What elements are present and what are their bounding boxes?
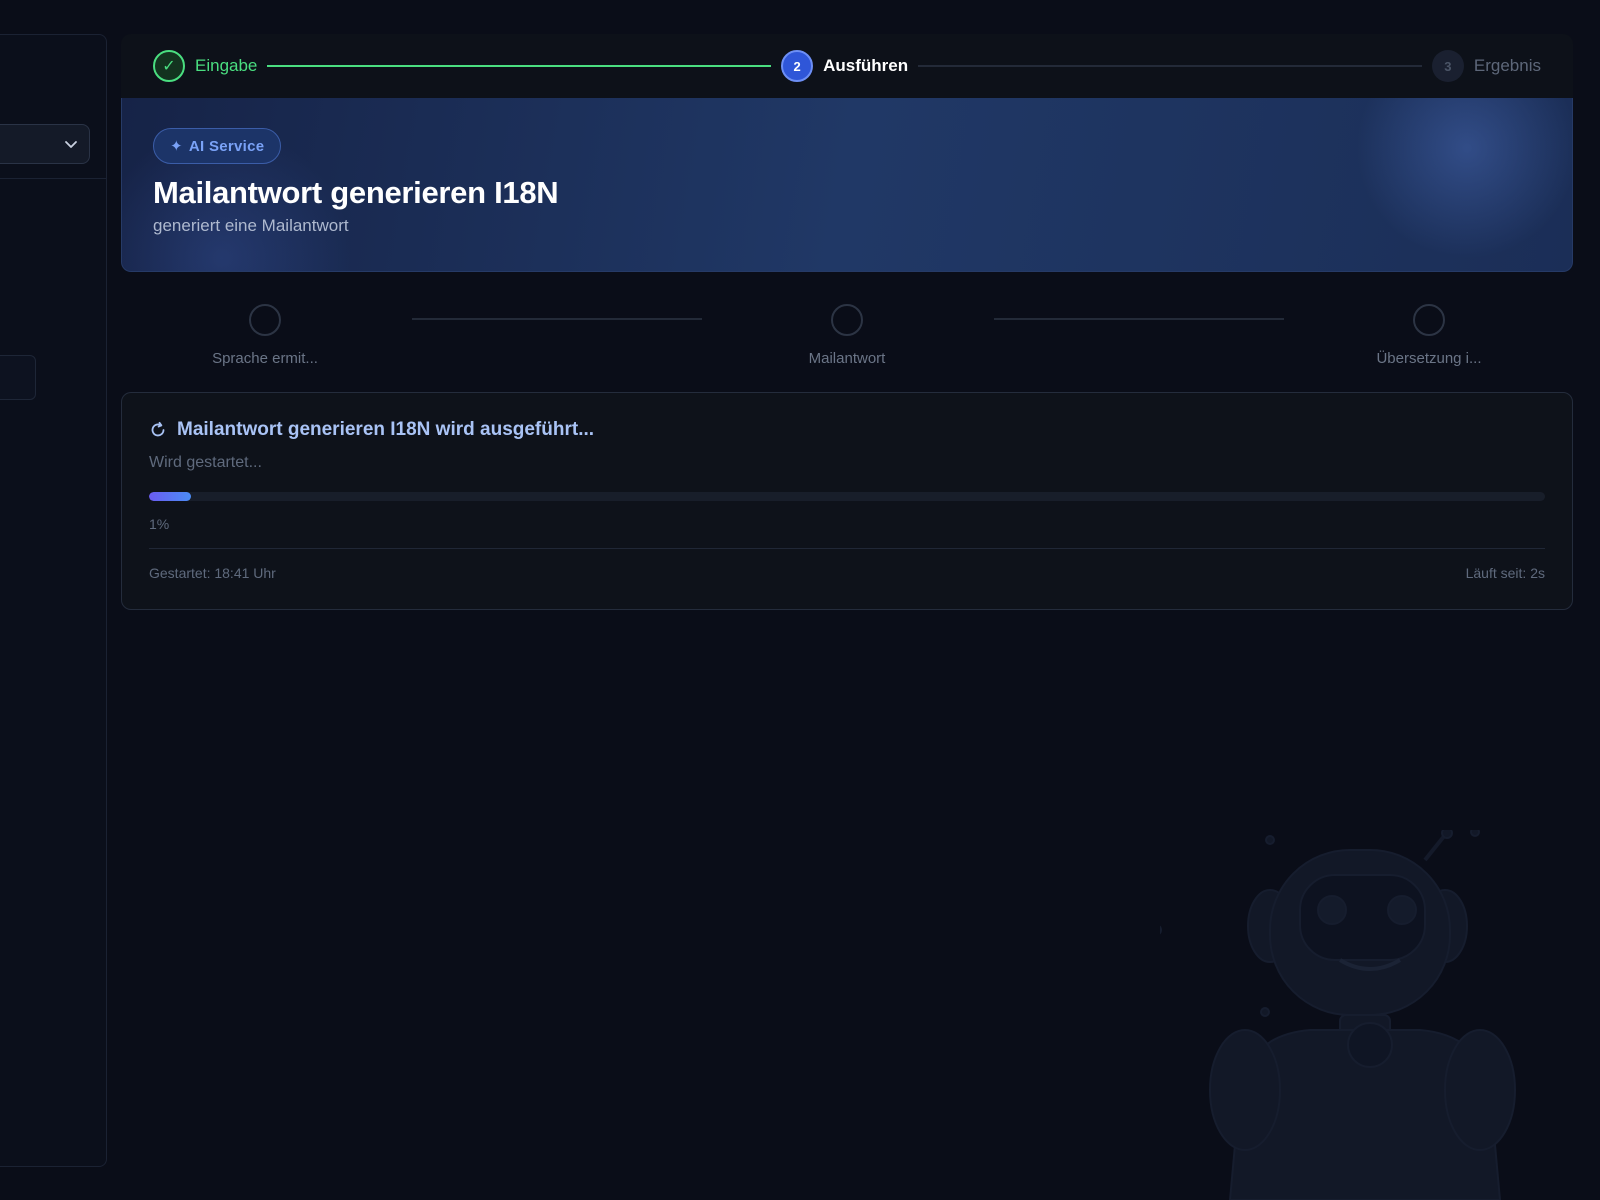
- substep-connector: [412, 318, 702, 320]
- wizard-stepper: ✓ Eingabe 2 Ausführen 3 Ergebnis: [121, 34, 1573, 98]
- start-time: Gestartet: 18:41 Uhr: [149, 565, 276, 581]
- card-divider: [149, 548, 1545, 549]
- progress-title: Mailantwort generieren I18N wird ausgefü…: [177, 419, 595, 440]
- page-subtitle: generiert eine Mailantwort: [153, 216, 349, 235]
- progress-status: Wird gestartet...: [149, 454, 262, 471]
- page-title: Mailantwort generieren I18N: [153, 175, 559, 210]
- sidebar-select[interactable]: [0, 124, 90, 164]
- step-label: Ergebnis: [1473, 56, 1541, 75]
- progress-bar: [149, 492, 1545, 501]
- service-header: ✦ AI Service Mailantwort generieren I18N…: [121, 98, 1573, 272]
- step-result[interactable]: 3 Ergebnis: [1431, 50, 1541, 82]
- check-icon: ✓: [153, 50, 185, 82]
- badge-label: AI Service: [188, 137, 265, 155]
- pending-circle-icon: [831, 304, 863, 336]
- substep-label: Mailantwort: [808, 350, 886, 367]
- pending-circle-icon: [249, 304, 281, 336]
- ai-service-badge: ✦ AI Service: [153, 128, 282, 164]
- substep-label: Übersetzung i...: [1376, 350, 1482, 367]
- chevron-down-icon: [65, 141, 77, 148]
- robot-illustration: [1160, 830, 1516, 1200]
- substep-label: Sprache ermit...: [212, 350, 318, 367]
- progress-percent: 1%: [149, 516, 170, 532]
- substep-connector: [994, 318, 1284, 320]
- step-connector: [267, 65, 772, 67]
- progress-heading: Mailantwort generieren I18N wird ausgefü…: [149, 419, 594, 441]
- step-execute[interactable]: 2 Ausführen: [781, 50, 908, 82]
- refresh-icon: [151, 421, 165, 437]
- step-number: 2: [781, 50, 814, 82]
- sparkle-icon: ✦: [170, 138, 183, 155]
- substep-mail-reply: Mailantwort: [767, 300, 927, 367]
- pending-circle-icon: [1413, 304, 1445, 336]
- step-label: Ausführen: [823, 56, 909, 75]
- substep-translation: Übersetzung i...: [1349, 300, 1509, 367]
- step-label: Eingabe: [195, 56, 258, 75]
- execution-progress-card: Mailantwort generieren I18N wird ausgefü…: [121, 392, 1573, 610]
- step-number: 3: [1431, 50, 1464, 82]
- execution-substeps: Sprache ermit... Mailantwort Übersetzung…: [121, 300, 1573, 370]
- progress-bar-fill: [149, 492, 191, 501]
- sidebar-field[interactable]: [0, 355, 36, 400]
- app-page: ✓ Eingabe 2 Ausführen 3 Ergebnis ✦ AI Se…: [0, 0, 1600, 1200]
- step-input[interactable]: ✓ Eingabe: [153, 50, 257, 82]
- step-connector: [918, 65, 1422, 67]
- sidebar-divider: [0, 178, 106, 179]
- elapsed-time: Läuft seit: 2s: [1465, 565, 1545, 581]
- substep-detect-language: Sprache ermit...: [185, 300, 345, 367]
- sidebar: [0, 34, 107, 1167]
